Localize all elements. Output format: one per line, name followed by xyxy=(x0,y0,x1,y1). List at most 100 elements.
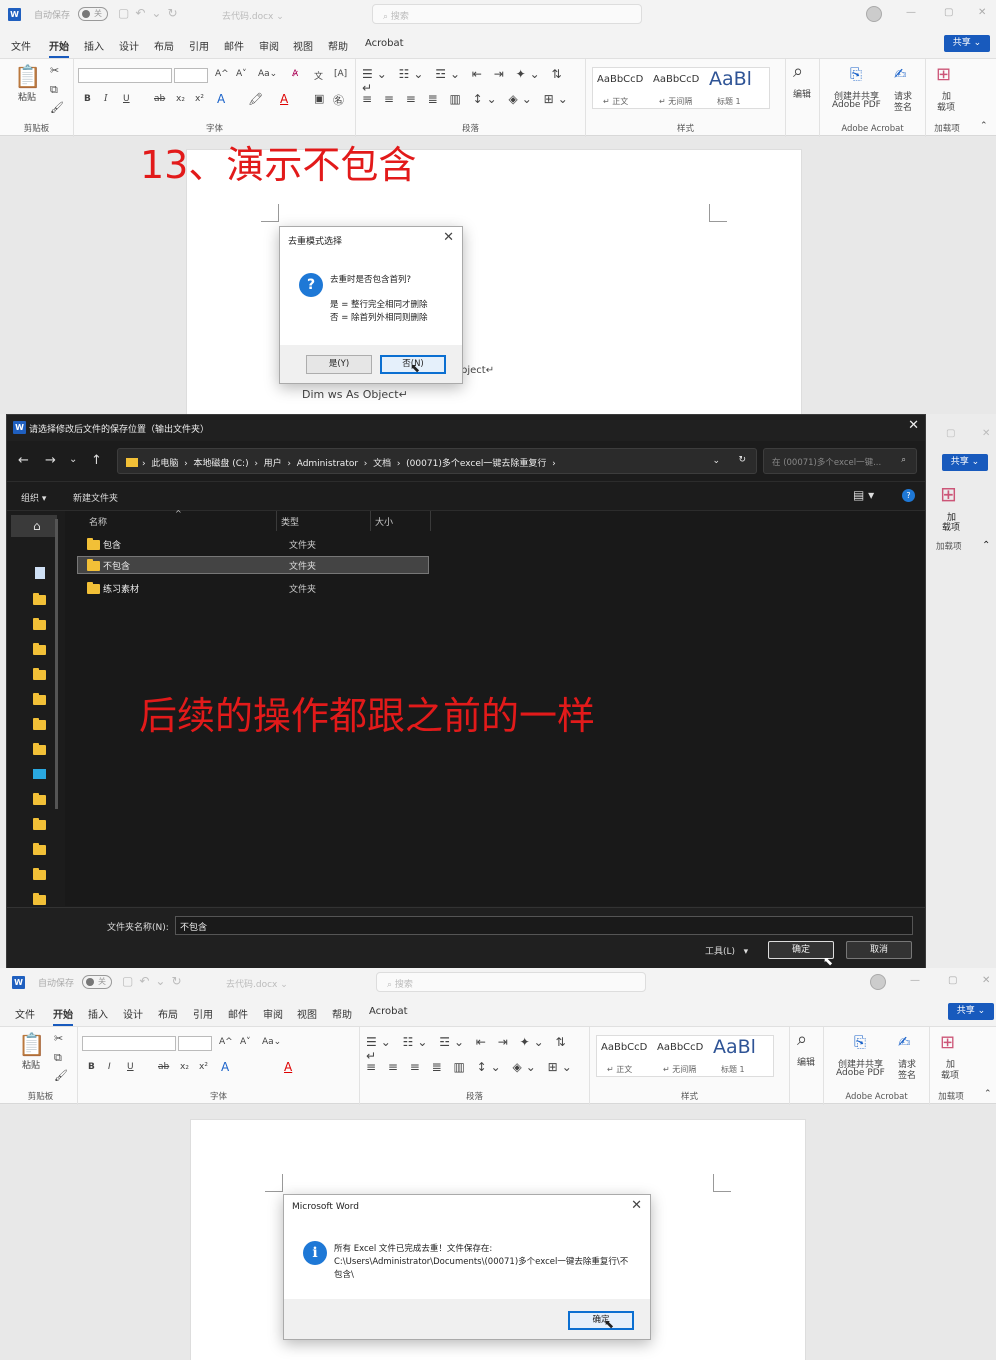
close-icon[interactable]: ✕ xyxy=(978,7,986,18)
refresh-icon[interactable]: ↻ xyxy=(738,455,746,465)
list-buttons[interactable]: ☰⌄ ☷⌄ ☲⌄ ⇤ ⇥ ✦⌄ ⇅ ↵ xyxy=(362,67,585,95)
menu-insert[interactable]: 插入 xyxy=(84,38,104,53)
folder-icon[interactable] xyxy=(33,793,46,805)
shrink-font-button[interactable]: A˅ xyxy=(236,69,247,79)
view-options-icon[interactable]: ▤ ▾ xyxy=(853,488,874,502)
list-item-selected[interactable]: 不包含 文件夹 xyxy=(77,556,429,574)
menu-file[interactable]: 文件 xyxy=(11,38,31,53)
change-case-button[interactable]: Aa⌄ xyxy=(258,69,277,79)
find-icon-3[interactable]: ⌕ xyxy=(797,1029,807,1050)
menu-file-3[interactable]: 文件 xyxy=(15,1006,35,1021)
folder-icon[interactable] xyxy=(33,718,46,730)
style-heading-preview-3[interactable]: AaBl xyxy=(713,1036,756,1058)
style-normal-preview-3[interactable]: AaBbCcD xyxy=(601,1042,647,1053)
yes-button[interactable]: 是(Y) xyxy=(306,355,372,374)
menu-design-3[interactable]: 设计 xyxy=(123,1006,143,1021)
crumb-admin[interactable]: Administrator xyxy=(297,459,358,469)
underline-button-3[interactable]: U xyxy=(127,1062,134,1072)
create-pdf-icon[interactable]: ⎘ xyxy=(850,65,862,83)
shrink-font-button-3[interactable]: A˅ xyxy=(240,1037,251,1047)
menu-review-3[interactable]: 审阅 xyxy=(263,1006,283,1021)
folder-icon[interactable] xyxy=(33,693,46,705)
italic-button[interactable]: I xyxy=(104,94,108,104)
request-sign-label-2-3[interactable]: 签名 xyxy=(898,1068,916,1081)
collapse-ribbon-icon[interactable]: ⌃ xyxy=(980,121,988,131)
align-buttons-3[interactable]: ≡ ≡ ≡ ≣ ▥ ↕⌄ ◈⌄ ⊞⌄ xyxy=(366,1060,576,1074)
menu-acrobat[interactable]: Acrobat xyxy=(365,38,404,49)
paste-label[interactable]: 粘贴 xyxy=(18,90,36,103)
addins-label-2[interactable]: 载项 xyxy=(937,100,955,113)
list-buttons-3[interactable]: ☰⌄ ☷⌄ ☲⌄ ⇤ ⇥ ✦⌄ ⇅ ↵ xyxy=(366,1035,589,1063)
text-effects-icon-3[interactable]: A xyxy=(221,1060,229,1074)
folder-dialog-close-icon[interactable]: ✕ xyxy=(908,418,919,433)
format-painter-icon-3[interactable]: 🖌 xyxy=(54,1069,68,1082)
crumb-docs[interactable]: 文档 xyxy=(373,459,391,469)
crumb-project[interactable]: (00071)多个excel一键去除重复行 xyxy=(406,459,546,469)
strikethrough-button[interactable]: ab xyxy=(154,94,165,104)
new-folder-button[interactable]: 新建文件夹 xyxy=(73,491,118,504)
menu-references-3[interactable]: 引用 xyxy=(193,1006,213,1021)
change-case-button-3[interactable]: Aa⌄ xyxy=(262,1037,281,1047)
char-shading-icon[interactable]: ▣ xyxy=(314,92,324,105)
cancel-button[interactable]: 取消 xyxy=(846,941,912,959)
collapse-ribbon-icon-3[interactable]: ⌃ xyxy=(984,1089,992,1099)
maximize-icon-3[interactable]: ▢ xyxy=(948,975,957,986)
back-icon[interactable]: ← xyxy=(18,453,29,468)
menu-mailings-3[interactable]: 邮件 xyxy=(228,1006,248,1021)
col-name[interactable]: 名称 ^ xyxy=(77,509,277,531)
request-sign-icon-3[interactable]: ✍ xyxy=(898,1033,911,1051)
align-buttons[interactable]: ≡ ≡ ≡ ≣ ▥ ↕⌄ ◈⌄ ⊞⌄ xyxy=(362,92,572,106)
search-box-3[interactable]: ⌕ 搜索 xyxy=(376,972,646,992)
organize-button[interactable]: 组织 ▾ xyxy=(21,491,46,504)
strikethrough-button-3[interactable]: ab xyxy=(158,1062,169,1072)
tools-button[interactable]: 工具(L) ▾ xyxy=(705,944,748,957)
menu-help-3[interactable]: 帮助 xyxy=(332,1006,352,1021)
paste-label-3[interactable]: 粘贴 xyxy=(22,1058,40,1071)
underline-button[interactable]: U xyxy=(123,94,130,104)
font-color-icon-3[interactable]: A xyxy=(284,1060,292,1074)
up-icon[interactable]: ↑ xyxy=(91,453,102,468)
gallery-icon[interactable] xyxy=(35,567,45,579)
maximize-icon[interactable]: ▢ xyxy=(944,7,953,18)
folder-icon[interactable] xyxy=(33,743,46,755)
share-button-2[interactable]: 共享 ⌄ xyxy=(942,454,988,471)
doc-name[interactable]: 去代码.docx ⌄ xyxy=(222,9,284,22)
paste-icon-3[interactable]: 📋 xyxy=(18,1033,45,1058)
share-button-3[interactable]: 共享 ⌄ xyxy=(948,1003,994,1020)
addins-icon-3[interactable]: ⊞ xyxy=(940,1032,955,1053)
menu-home-3[interactable]: 开始 xyxy=(53,1006,73,1026)
superscript-button-3[interactable]: x² xyxy=(199,1062,208,1072)
request-sign-icon[interactable]: ✍ xyxy=(894,65,907,83)
folder-icon[interactable] xyxy=(33,593,46,605)
folder-search-input[interactable]: 在 (00071)多个excel一键... ⌕ xyxy=(763,448,917,474)
col-type[interactable]: 类型 xyxy=(277,511,371,531)
address-bar[interactable]: › 此电脑 › 本地磁盘 (C:) › 用户 › Administrator ›… xyxy=(117,448,757,474)
addins-icon-2[interactable]: ⊞ xyxy=(940,482,957,506)
crumb-users[interactable]: 用户 xyxy=(264,459,282,469)
menu-view-3[interactable]: 视图 xyxy=(297,1006,317,1021)
styles-gallery-3[interactable]: AaBbCcD ↵ 正文 AaBbCcD ↵ 无间隔 AaBl 标题 1 xyxy=(596,1035,774,1077)
close-icon-3[interactable]: ✕ xyxy=(982,975,990,986)
folder-icon[interactable] xyxy=(33,618,46,630)
grow-font-button-3[interactable]: A^ xyxy=(219,1037,233,1047)
style-normal-preview[interactable]: AaBbCcD xyxy=(597,74,643,85)
folder-icon[interactable] xyxy=(33,668,46,680)
enclose-char-icon[interactable]: ㊔ xyxy=(333,92,344,108)
menu-help[interactable]: 帮助 xyxy=(328,38,348,53)
italic-button-3[interactable]: I xyxy=(108,1062,111,1072)
menu-review[interactable]: 审阅 xyxy=(259,38,279,53)
create-pdf-icon-3[interactable]: ⎘ xyxy=(854,1033,866,1051)
minimize-icon-3[interactable]: — xyxy=(910,975,920,986)
editing-label-3[interactable]: 编辑 xyxy=(797,1055,815,1068)
create-share-label-2[interactable]: Adobe PDF xyxy=(832,100,881,110)
collapse-ribbon-icon-2[interactable]: ⌃ xyxy=(982,540,990,551)
forward-icon[interactable]: → xyxy=(45,453,56,468)
clear-format-icon[interactable]: A̷ xyxy=(292,69,298,79)
bold-button[interactable]: B xyxy=(84,94,91,104)
recent-icon[interactable]: ⌄ xyxy=(69,454,77,465)
grow-font-button[interactable]: A^ xyxy=(215,69,229,79)
editing-label[interactable]: 编辑 xyxy=(793,87,811,100)
home-item[interactable]: ⌂ xyxy=(11,515,57,537)
folder-icon[interactable] xyxy=(33,868,46,880)
font-name-select-3[interactable] xyxy=(82,1036,176,1051)
